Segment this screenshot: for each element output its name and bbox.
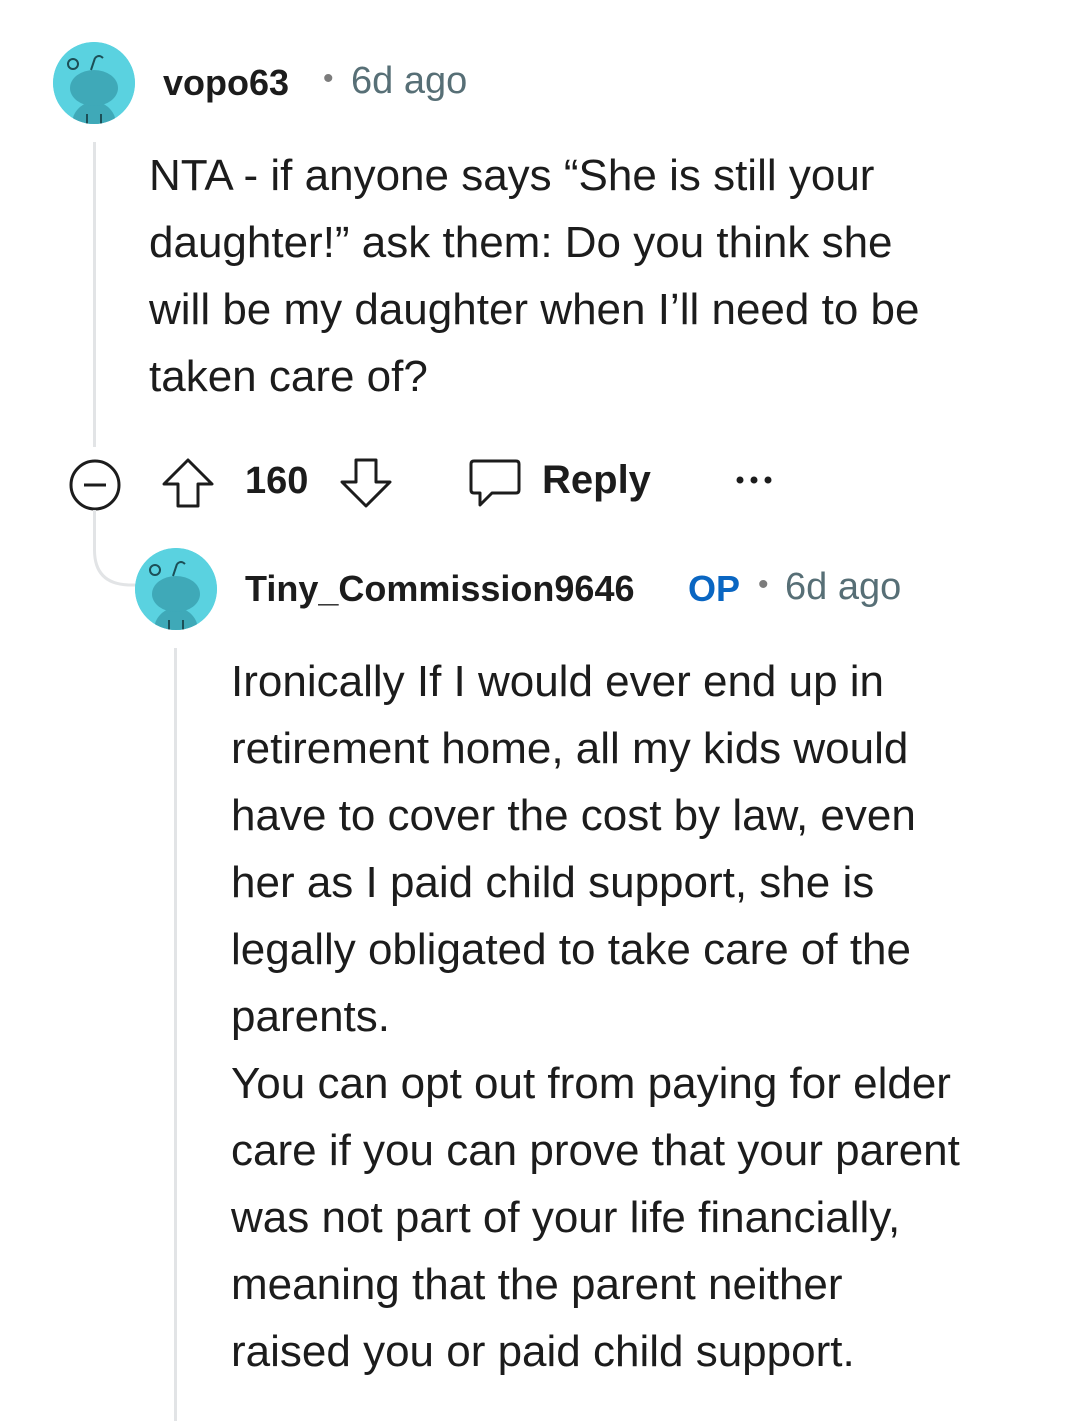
avatar[interactable]: [53, 42, 135, 124]
snoo-avatar-icon: [53, 42, 135, 124]
comment-author[interactable]: Tiny_Commission9646: [245, 568, 635, 610]
downvote-button[interactable]: [338, 455, 394, 516]
downvote-arrow-icon: [340, 458, 392, 508]
collapse-button[interactable]: [68, 458, 122, 517]
comment-timestamp: 6d ago: [351, 60, 468, 102]
thread-line[interactable]: [174, 648, 177, 1421]
more-options-button[interactable]: [734, 470, 774, 495]
meta-separator: •: [758, 568, 769, 601]
reply-button[interactable]: Reply: [468, 455, 651, 511]
collapse-minus-icon: [69, 459, 121, 511]
snoo-avatar-icon: [135, 548, 217, 630]
speech-bubble-icon: [469, 459, 521, 507]
meta-separator: •: [323, 62, 334, 95]
thread-line[interactable]: [93, 142, 96, 447]
op-badge: OP: [688, 568, 741, 609]
comment-timestamp: 6d ago: [785, 566, 902, 608]
comment-author[interactable]: vopo63: [163, 62, 289, 104]
comment-body: Ironically If I would ever end up in ret…: [231, 657, 960, 1376]
comment-body: NTA - if anyone says “She is still your …: [149, 151, 920, 401]
reply-label: Reply: [542, 458, 651, 502]
more-options-icon: [736, 476, 772, 484]
upvote-button[interactable]: [160, 455, 216, 516]
upvote-arrow-icon: [162, 458, 214, 508]
avatar[interactable]: [135, 548, 217, 630]
vote-count: 160: [245, 460, 309, 502]
